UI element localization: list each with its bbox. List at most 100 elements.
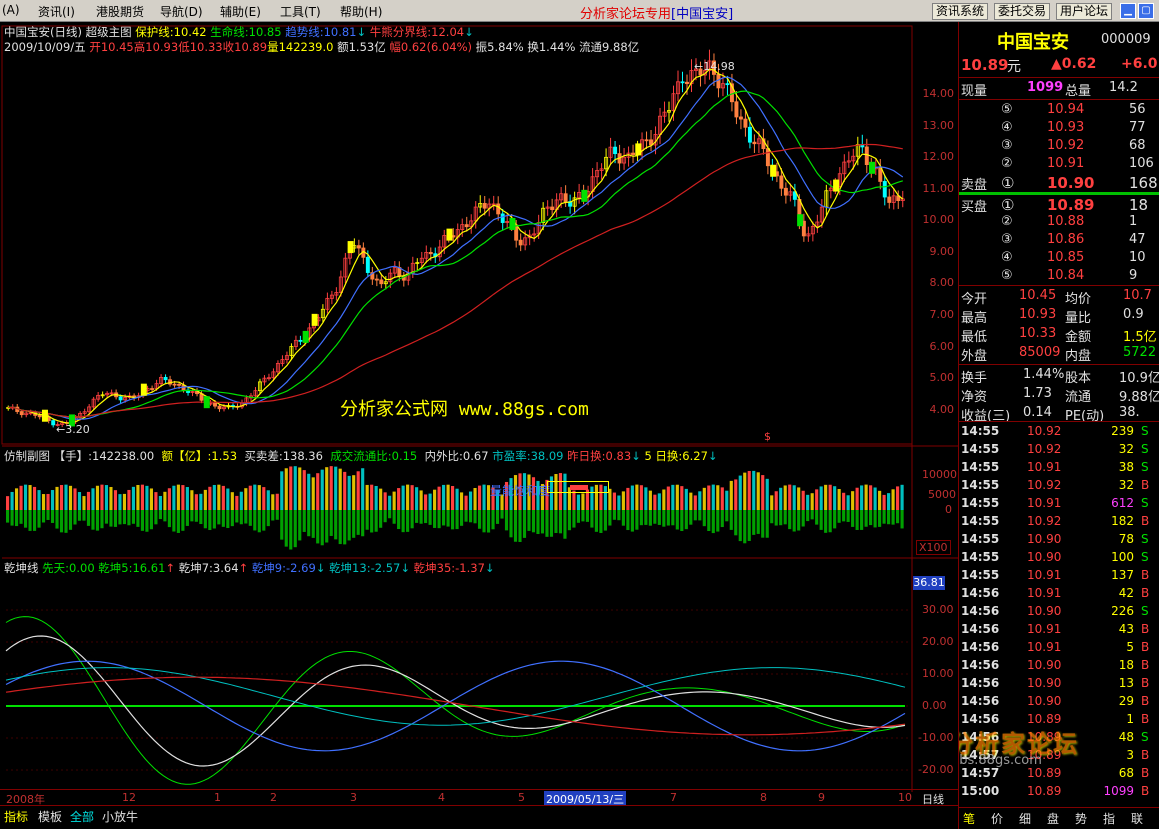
volume-bar-up [756, 472, 760, 510]
price-tick-label: 4.00 [929, 402, 955, 416]
volume-bar-down [626, 510, 630, 531]
quote-tab[interactable]: 笔 [963, 810, 975, 827]
ohlc-low: 低10.33 [178, 40, 223, 54]
volume-bar-up [711, 484, 715, 510]
buy-level-row[interactable]: ③ 10.86 47 [959, 232, 1159, 250]
level-price: 10.84 [1047, 268, 1085, 283]
info-system-button[interactable]: 资讯系统 [932, 3, 989, 20]
quote-tab[interactable]: 细 [1019, 810, 1031, 827]
trade-button[interactable]: 委托交易 [994, 3, 1051, 20]
volume-bar-up [792, 485, 796, 510]
level-index: ② [1001, 156, 1013, 171]
volume-bar-up [185, 487, 189, 510]
ma-label-protect: 保护线:10.42 [135, 25, 207, 39]
volume-bar-down [765, 510, 769, 538]
sell-level-row[interactable]: ④ 10.93 77 [959, 120, 1159, 138]
menu-item-assist[interactable]: 辅助(E) [220, 3, 261, 20]
volume-bar-down [275, 510, 279, 520]
candle-body [747, 126, 752, 143]
tick-side: S [1141, 460, 1149, 474]
sell-level-row[interactable]: ⑤ 10.94 56 [959, 102, 1159, 120]
volume-bar-up [28, 485, 32, 510]
candle-body [563, 193, 568, 203]
volume-bar-down [644, 510, 648, 525]
quote-tab[interactable]: 联 [1131, 810, 1143, 827]
volume-bar-down [720, 510, 724, 528]
chart-area[interactable]: 中国宝安(日线) 超级主图 保护线:10.42 生命线:10.85 趋势线:10… [0, 22, 958, 807]
volume-bar-up [419, 490, 423, 510]
volume-bar-down [891, 510, 895, 525]
volume-bar-down [761, 510, 765, 538]
quote-tab[interactable]: 价 [991, 810, 1003, 827]
volume-bar-down [563, 510, 567, 539]
quote-tab[interactable]: 指 [1103, 810, 1115, 827]
volume-bar-down [271, 510, 275, 521]
price-tick-label: 14.00 [922, 86, 955, 100]
volume-bar-up [374, 485, 378, 510]
buy-level-row[interactable]: ⑤ 10.84 9 [959, 268, 1159, 286]
current-price: 10.89 [961, 56, 1009, 74]
volume-bar-down [770, 510, 774, 524]
tick-time: 14:57 [961, 766, 1000, 780]
vol-header-2: 买卖差:138.36 [244, 449, 323, 463]
now-vol-label: 现量 [961, 84, 988, 99]
candle-body [496, 203, 501, 215]
volume-bar-up [410, 485, 414, 510]
buy-level-row[interactable]: ① 10.89 18 [959, 196, 1159, 214]
volume-bar-down [527, 510, 531, 531]
ohlc-vol: 量142239.0 [267, 40, 334, 54]
volume-bar-up [428, 493, 432, 510]
buy-level-row[interactable]: ② 10.88 1 [959, 214, 1159, 232]
volume-bar-up [122, 493, 127, 510]
level-vol: 68 [1129, 138, 1146, 153]
volume-bar-up [95, 485, 100, 510]
stat-row: 最高 10.93 量比 0.9 [959, 307, 1159, 326]
volume-bar-down [68, 510, 73, 530]
tab-template[interactable]: 模板 [38, 808, 62, 825]
forum-button[interactable]: 用户论坛 [1056, 3, 1113, 20]
tab-all[interactable]: 全部 [70, 808, 94, 825]
menu-item-help[interactable]: 帮助(H) [340, 3, 382, 20]
volume-bar-down [208, 510, 212, 531]
menu-item-hk-futures[interactable]: 港股期货 [96, 3, 144, 20]
volume-bar-up [235, 495, 239, 510]
volume-chart [6, 466, 904, 550]
volume-bar-down [50, 510, 55, 523]
tab-xiaofangniu[interactable]: 小放牛 [102, 808, 138, 825]
quote-tab[interactable]: 盘 [1047, 810, 1059, 827]
volume-bar-up [765, 478, 769, 510]
stat-label: 均价 [1065, 292, 1092, 307]
quote-tab[interactable]: 势 [1075, 810, 1087, 827]
buy-level-row[interactable]: ④ 10.85 10 [959, 250, 1159, 268]
volume-bar-up [446, 484, 450, 510]
minimize-icon[interactable]: ▁ [1120, 3, 1136, 19]
volume-bar-down [522, 510, 527, 538]
level-price: 10.94 [1047, 102, 1085, 117]
vol-header-0: 仿制副图 【手】:142238.00 [4, 449, 155, 463]
menu-item-tools[interactable]: 工具(T) [280, 3, 321, 20]
volume-bar-down [361, 510, 365, 537]
sell-level-row[interactable]: ② 10.91 106 [959, 156, 1159, 174]
volume-bar-down [176, 510, 180, 533]
menu-item-nav[interactable]: 导航(D) [160, 3, 203, 20]
volume-bar-up [347, 475, 351, 510]
volume-bar-up [199, 493, 203, 510]
tick-vol: 612 [1111, 496, 1134, 510]
stat-value: 10.33 [1019, 326, 1057, 341]
volume-bar-down [842, 510, 846, 522]
stat-label: 今开 [961, 292, 988, 307]
signal-marker [869, 161, 876, 174]
volume-bar-up [23, 484, 28, 510]
menu-item-a[interactable]: (A) [2, 3, 20, 17]
sell-level-row[interactable]: ③ 10.92 68 [959, 138, 1159, 156]
volume-bar-up [343, 471, 347, 510]
tick-price: 10.89 [1027, 766, 1062, 780]
maximize-icon[interactable]: ▢ [1138, 3, 1154, 19]
level-index: ③ [1001, 232, 1013, 247]
tick-side: B [1141, 514, 1150, 528]
tab-indicator[interactable]: 指标 [4, 808, 28, 825]
tick-time: 14:56 [961, 694, 1000, 708]
tick-side: S [1141, 730, 1149, 744]
volume-bar-up [334, 466, 338, 510]
menu-item-info[interactable]: 资讯(I) [38, 3, 75, 20]
